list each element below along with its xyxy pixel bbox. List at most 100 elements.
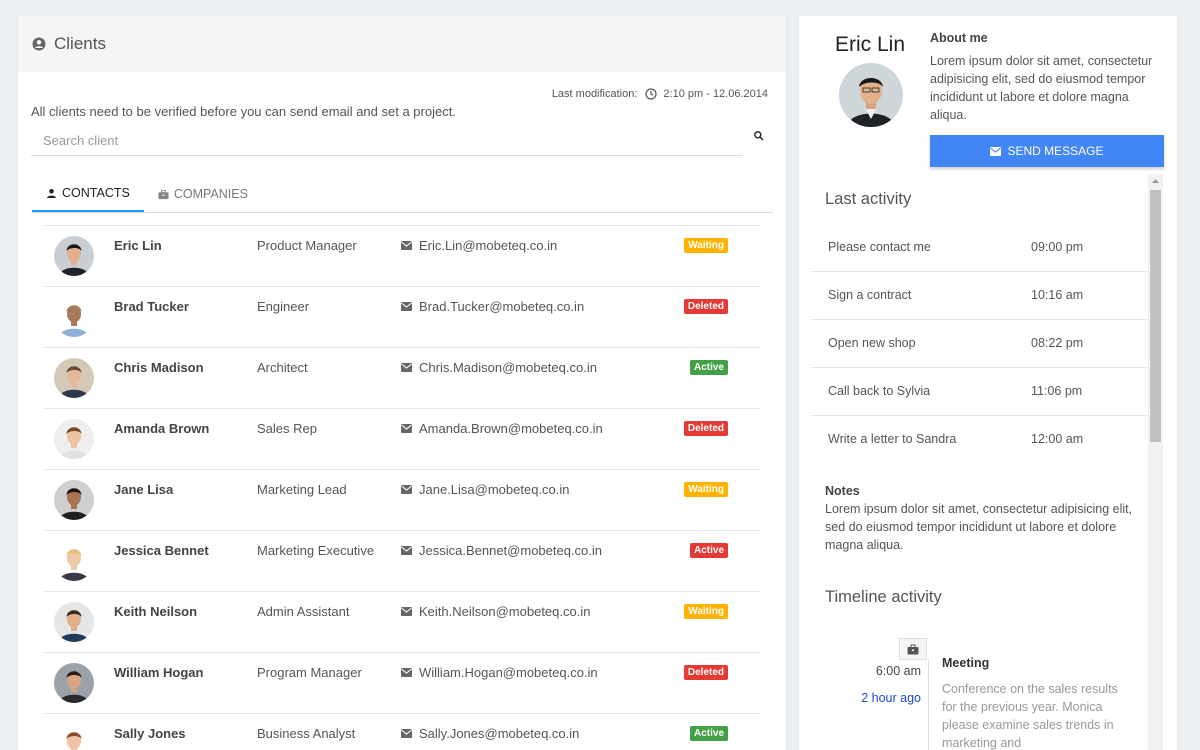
- contact-name[interactable]: William Hogan: [114, 665, 203, 680]
- contact-email[interactable]: Jessica.Bennet@mobeteq.co.in: [419, 543, 602, 558]
- mail-icon: [401, 668, 412, 677]
- mail-icon: [401, 729, 412, 738]
- status-badge: Deleted: [683, 421, 728, 436]
- contact-name[interactable]: Keith Neilson: [114, 604, 197, 619]
- contact-name[interactable]: Eric Lin: [114, 238, 162, 253]
- last-modification-value: 2:10 pm - 12.06.2014: [663, 88, 768, 100]
- person-icon: [46, 188, 57, 199]
- contact-email[interactable]: Brad.Tucker@mobeteq.co.in: [419, 299, 584, 314]
- client-tabs: CONTACTS COMPANIES: [32, 176, 773, 213]
- activity-time: 08:22 pm: [1031, 336, 1084, 350]
- contact-email[interactable]: Chris.Madison@mobeteq.co.in: [419, 360, 597, 375]
- about-me-text: Lorem ipsum dolor sit amet, consectetur …: [930, 54, 1153, 122]
- activity-time: 10:16 am: [1031, 288, 1084, 302]
- contact-email[interactable]: Keith.Neilson@mobeteq.co.in: [419, 604, 590, 619]
- activity-row[interactable]: Open new shop 08:22 pm: [811, 320, 1147, 368]
- activity-row[interactable]: Write a letter to Sandra 12:00 am: [811, 416, 1147, 464]
- contact-row[interactable]: Jane Lisa Marketing Lead Jane.Lisa@mobet…: [44, 469, 760, 530]
- mail-icon: [401, 546, 412, 555]
- contact-email[interactable]: Sally.Jones@mobeteq.co.in: [419, 726, 579, 741]
- timeline-time: 6:00 am: [875, 664, 921, 678]
- panel-title: Clients: [54, 34, 106, 53]
- contact-row[interactable]: Jessica Bennet Marketing Executive Jessi…: [44, 530, 760, 591]
- contact-email[interactable]: Amanda.Brown@mobeteq.co.in: [419, 421, 603, 436]
- contact-name[interactable]: Jessica Bennet: [114, 543, 209, 558]
- contact-name[interactable]: Amanda Brown: [114, 421, 209, 436]
- verification-notice: All clients need to be verified before y…: [31, 104, 456, 119]
- avatar: [54, 480, 94, 520]
- search-icon[interactable]: [753, 130, 765, 142]
- clock-icon: [645, 88, 658, 100]
- contact-name[interactable]: Sally Jones: [114, 726, 186, 741]
- clients-panel: Clients Last modification: 2:10 pm - 12.…: [18, 16, 786, 750]
- activity-row[interactable]: Call back to Sylvia 11:06 pm: [811, 368, 1147, 416]
- last-activity-title: Last activity: [825, 190, 912, 208]
- tab-companies-label: COMPANIES: [173, 187, 248, 201]
- mail-icon: [401, 241, 412, 250]
- contact-row[interactable]: Chris Madison Architect Chris.Madison@mo…: [44, 347, 760, 408]
- timeline-line: [928, 660, 929, 750]
- contact-role: Marketing Executive: [257, 543, 375, 558]
- profile-panel: Eric Lin About me Lorem ipsum dolor sit …: [799, 16, 1177, 750]
- activity-row[interactable]: Sign a contract 10:16 am: [811, 272, 1147, 320]
- search-input[interactable]: [31, 133, 743, 148]
- activity-scroll-area: Last activity Please contact me 09:00 pm…: [811, 174, 1163, 750]
- avatar: [54, 236, 94, 276]
- profile-avatar: [839, 63, 903, 127]
- tab-companies[interactable]: COMPANIES: [144, 176, 262, 212]
- contact-role: Engineer: [257, 299, 310, 314]
- mail-icon: [401, 424, 412, 433]
- activity-time: 09:00 pm: [1031, 240, 1084, 254]
- avatar: [54, 602, 94, 642]
- send-message-label: SEND MESSAGE: [1007, 144, 1104, 158]
- contact-row[interactable]: William Hogan Program Manager William.Ho…: [44, 652, 760, 713]
- clients-panel-header: Clients: [18, 16, 786, 72]
- activity-row[interactable]: Please contact me 09:00 pm: [811, 224, 1147, 272]
- avatar: [54, 419, 94, 459]
- search-bar: [31, 126, 743, 156]
- contact-name[interactable]: Jane Lisa: [114, 482, 173, 497]
- activity-label: Open new shop: [828, 336, 916, 350]
- contact-role: Marketing Lead: [257, 482, 347, 497]
- scrollbar-thumb[interactable]: [1150, 190, 1161, 442]
- scrollbar[interactable]: [1148, 174, 1163, 750]
- timeline-title: Timeline activity: [825, 588, 942, 606]
- contacts-list: Eric Lin Product Manager Eric.Lin@mobete…: [44, 225, 760, 750]
- contact-role: Sales Rep: [257, 421, 317, 436]
- mail-icon: [401, 485, 412, 494]
- contact-row[interactable]: Sally Jones Business Analyst Sally.Jones…: [44, 713, 760, 750]
- contact-role: Product Manager: [257, 238, 357, 253]
- contact-email[interactable]: Jane.Lisa@mobeteq.co.in: [419, 482, 570, 497]
- avatar: [54, 724, 94, 750]
- mail-icon: [401, 363, 412, 372]
- timeline-ago-link[interactable]: 2 hour ago: [861, 691, 921, 705]
- status-badge: Active: [689, 360, 728, 375]
- contact-email[interactable]: Eric.Lin@mobeteq.co.in: [419, 238, 557, 253]
- scroll-up-arrow-icon[interactable]: [1148, 174, 1163, 188]
- profile-name: Eric Lin: [835, 33, 906, 56]
- timeline-event-text: Conference on the sales results for the …: [942, 682, 1118, 750]
- send-message-button[interactable]: SEND MESSAGE: [930, 135, 1164, 167]
- tab-contacts[interactable]: CONTACTS: [32, 176, 144, 212]
- tab-contacts-label: CONTACTS: [62, 186, 130, 200]
- contact-name[interactable]: Chris Madison: [114, 360, 204, 375]
- avatar: [54, 297, 94, 337]
- contact-row[interactable]: Brad Tucker Engineer Brad.Tucker@mobeteq…: [44, 286, 760, 347]
- status-badge: Waiting: [684, 604, 728, 619]
- contact-email[interactable]: William.Hogan@mobeteq.co.in: [419, 665, 598, 680]
- activity-time: 11:06 pm: [1031, 384, 1083, 398]
- last-modification: Last modification: 2:10 pm - 12.06.2014: [552, 88, 768, 100]
- contact-role: Business Analyst: [257, 726, 356, 741]
- mail-icon: [990, 146, 1002, 156]
- status-badge: Active: [689, 543, 728, 558]
- contact-name[interactable]: Brad Tucker: [114, 299, 189, 314]
- contact-row[interactable]: Amanda Brown Sales Rep Amanda.Brown@mobe…: [44, 408, 760, 469]
- status-badge: Waiting: [684, 482, 728, 497]
- contact-row[interactable]: Eric Lin Product Manager Eric.Lin@mobete…: [44, 225, 760, 286]
- activity-time: 12:00 am: [1031, 432, 1084, 446]
- contact-row[interactable]: Keith Neilson Admin Assistant Keith.Neil…: [44, 591, 760, 652]
- activity-label: Please contact me: [828, 240, 931, 254]
- avatar: [54, 541, 94, 581]
- contact-role: Architect: [257, 360, 308, 375]
- notes-title: Notes: [825, 484, 860, 498]
